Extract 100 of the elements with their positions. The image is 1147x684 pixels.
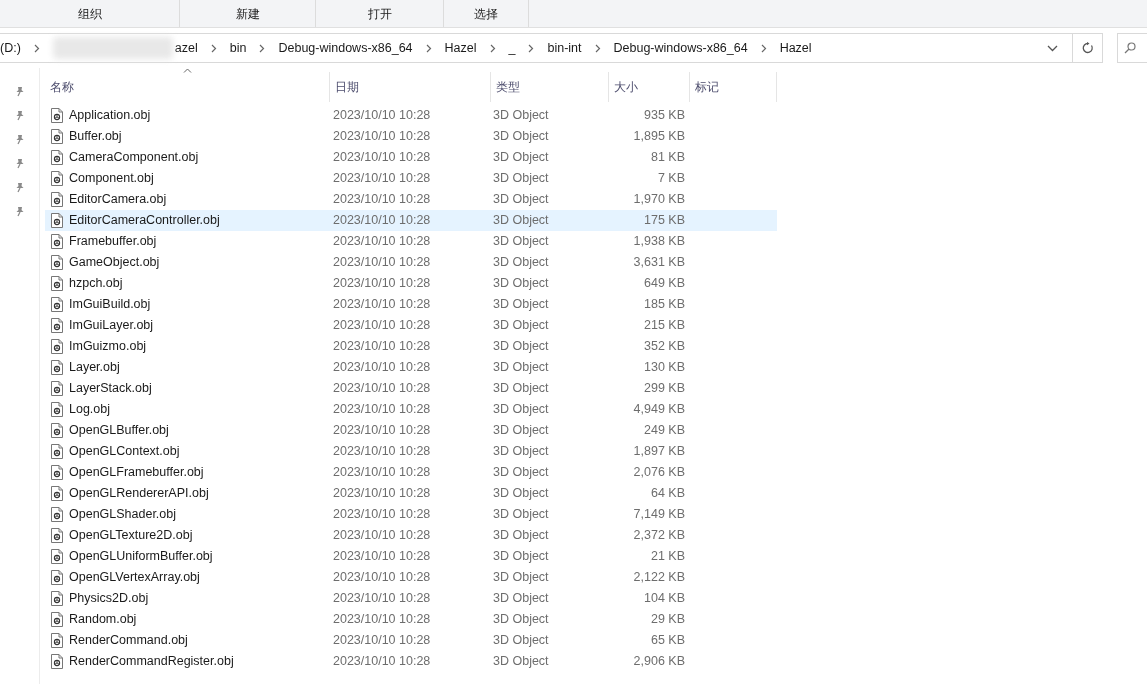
type-cell-text: 3D Object xyxy=(493,527,550,545)
breadcrumb-item[interactable]: _ xyxy=(508,38,516,58)
file-row[interactable]: OpenGLBuffer.obj 2023/10/10 10:28 3D Object 249 KB xyxy=(45,420,777,441)
file-row[interactable]: RenderCommandRegister.obj 2023/10/10 10:28 3D Object 2,906 KB xyxy=(45,651,777,672)
file-row[interactable]: Component.obj 2023/10/10 10:28 3D Object 7 KB xyxy=(45,168,777,189)
file-row[interactable]: OpenGLTexture2D.obj 2023/10/10 10:28 3D Object 2,372 KB xyxy=(45,525,777,546)
date-cell-text: 2023/10/10 10:28 xyxy=(333,590,432,608)
type-cell-text: 3D Object xyxy=(493,338,550,356)
size-cell-text: 130 KB xyxy=(643,359,685,377)
file-row[interactable]: OpenGLVertexArray.obj 2023/10/10 10:28 3D Object 2,122 KB xyxy=(45,567,777,588)
file-row[interactable]: RenderCommand.obj 2023/10/10 10:28 3D Object 65 KB xyxy=(45,630,777,651)
file-name: LayerStack.obj xyxy=(69,380,152,398)
breadcrumb-item[interactable]: (D:) xyxy=(0,38,21,58)
type-cell-text: 3D Object xyxy=(493,128,550,146)
type-cell-text: 3D Object xyxy=(493,401,550,419)
file-row[interactable]: Layer.obj 2023/10/10 10:28 3D Object 130 KB xyxy=(45,357,777,378)
column-header[interactable]: 日期 xyxy=(330,72,491,102)
date-cell-text: 2023/10/10 10:28 xyxy=(333,149,432,167)
size-cell-text: 64 KB xyxy=(649,485,685,503)
breadcrumb-item[interactable]: Debug-windows-x86_64 xyxy=(278,38,413,58)
file-row[interactable]: EditorCameraController.obj 2023/10/10 10:28 3D Object 175 KB xyxy=(45,210,777,231)
file-name: OpenGLRendererAPI.obj xyxy=(69,485,209,503)
file-name: OpenGLUniformBuffer.obj xyxy=(69,548,213,566)
column-header[interactable]: 大小 xyxy=(609,72,690,102)
date-cell-text: 2023/10/10 10:28 xyxy=(333,170,432,188)
type-cell-text: 3D Object xyxy=(493,359,550,377)
breadcrumb-item[interactable]: Hazel xyxy=(779,38,812,58)
date-cell-text: 2023/10/10 10:28 xyxy=(333,191,432,209)
date-cell-text: 2023/10/10 10:28 xyxy=(333,485,432,503)
file-name: CameraComponent.obj xyxy=(69,149,199,167)
file-row[interactable]: OpenGLContext.obj 2023/10/10 10:28 3D Object 1,897 KB xyxy=(45,441,777,462)
file-name: OpenGLFramebuffer.obj xyxy=(69,464,204,482)
file-name: Layer.obj xyxy=(69,359,120,377)
size-cell-text: 29 KB xyxy=(649,611,685,629)
file-row[interactable]: Random.obj 2023/10/10 10:28 3D Object 29 KB xyxy=(45,609,777,630)
type-cell-text: 3D Object xyxy=(493,380,550,398)
file-row[interactable]: Buffer.obj 2023/10/10 10:28 3D Object 1,895 KB xyxy=(45,126,777,147)
file-row[interactable]: ImGuizmo.obj 2023/10/10 10:28 3D Object 352 KB xyxy=(45,336,777,357)
size-cell-text: 1,970 KB xyxy=(632,191,685,209)
address-bar[interactable]: (D:) azel bin Debug-windows-x86_64 Hazel _ bin-int Debug-windows-x86_64 Hazel xyxy=(0,33,1073,63)
breadcrumb-item[interactable]: bin-int xyxy=(547,38,582,58)
date-cell-text: 2023/10/10 10:28 xyxy=(333,611,432,629)
file-row[interactable]: Application.obj 2023/10/10 10:28 3D Object 935 KB xyxy=(45,105,777,126)
size-cell-text: 7 KB xyxy=(656,170,685,188)
size-cell-text: 249 KB xyxy=(643,422,685,440)
breadcrumb-item[interactable]: Hazel xyxy=(444,38,477,58)
file-row[interactable]: hzpch.obj 2023/10/10 10:28 3D Object 649 KB xyxy=(45,273,777,294)
size-cell-text: 1,938 KB xyxy=(632,233,685,251)
file-row[interactable]: OpenGLRendererAPI.obj 2023/10/10 10:28 3D Object 64 KB xyxy=(45,483,777,504)
date-cell-text: 2023/10/10 10:28 xyxy=(333,548,432,566)
column-header[interactable]: 名称 xyxy=(45,72,330,102)
size-cell-text: 175 KB xyxy=(643,212,685,230)
toolbar-button[interactable]: 新建 xyxy=(180,0,316,27)
breadcrumb-item[interactable]: Debug-windows-x86_64 xyxy=(613,38,748,58)
toolbar-button[interactable]: 组织 xyxy=(0,0,180,27)
file-name: OpenGLShader.obj xyxy=(69,506,177,524)
date-cell-text: 2023/10/10 10:28 xyxy=(333,296,432,314)
date-cell-text: 2023/10/10 10:28 xyxy=(333,338,432,356)
file-name: ImGuizmo.obj xyxy=(69,338,147,356)
file-row[interactable]: LayerStack.obj 2023/10/10 10:28 3D Object 299 KB xyxy=(45,378,777,399)
column-header[interactable]: 类型 xyxy=(491,72,609,102)
toolbar-button[interactable]: 选择 xyxy=(444,0,529,27)
size-cell-text: 352 KB xyxy=(643,338,685,356)
file-name: EditorCameraController.obj xyxy=(69,212,220,230)
size-cell-text: 2,906 KB xyxy=(632,653,685,671)
breadcrumb-item[interactable]: azel xyxy=(174,38,198,58)
size-cell-text: 65 KB xyxy=(649,632,685,650)
date-cell-text: 2023/10/10 10:28 xyxy=(333,275,432,293)
file-row[interactable]: Physics2D.obj 2023/10/10 10:28 3D Object 104 KB xyxy=(45,588,777,609)
type-cell-text: 3D Object xyxy=(493,233,550,251)
file-row[interactable]: EditorCamera.obj 2023/10/10 10:28 3D Object 1,970 KB xyxy=(45,189,777,210)
file-row[interactable]: ImGuiBuild.obj 2023/10/10 10:28 3D Object 185 KB xyxy=(45,294,777,315)
type-cell-text: 3D Object xyxy=(493,212,550,230)
size-cell-text: 649 KB xyxy=(643,275,685,293)
file-name: OpenGLTexture2D.obj xyxy=(69,527,193,545)
file-name: GameObject.obj xyxy=(69,254,160,272)
file-row[interactable]: ImGuiLayer.obj 2023/10/10 10:28 3D Object 215 KB xyxy=(45,315,777,336)
file-row[interactable]: OpenGLShader.obj 2023/10/10 10:28 3D Object 7,149 KB xyxy=(45,504,777,525)
column-header[interactable]: 标记 xyxy=(690,72,777,102)
file-row[interactable]: OpenGLFramebuffer.obj 2023/10/10 10:28 3D Object 2,076 KB xyxy=(45,462,777,483)
date-cell-text: 2023/10/10 10:28 xyxy=(333,632,432,650)
file-row[interactable]: Framebuffer.obj 2023/10/10 10:28 3D Object 1,938 KB xyxy=(45,231,777,252)
file-row[interactable]: OpenGLUniformBuffer.obj 2023/10/10 10:28 3D Object 21 KB xyxy=(45,546,777,567)
type-cell-text: 3D Object xyxy=(493,107,550,125)
file-row[interactable]: GameObject.obj 2023/10/10 10:28 3D Object 3,631 KB xyxy=(45,252,777,273)
file-name: EditorCamera.obj xyxy=(69,191,167,209)
file-name: Buffer.obj xyxy=(69,128,122,146)
type-cell-text: 3D Object xyxy=(493,191,550,209)
file-name: OpenGLBuffer.obj xyxy=(69,422,169,440)
type-cell-text: 3D Object xyxy=(493,653,550,671)
date-cell-text: 2023/10/10 10:28 xyxy=(333,107,432,125)
date-cell-text: 2023/10/10 10:28 xyxy=(333,527,432,545)
size-cell-text: 299 KB xyxy=(643,380,685,398)
date-cell-text: 2023/10/10 10:28 xyxy=(333,233,432,251)
breadcrumb-item[interactable]: bin xyxy=(229,38,247,58)
toolbar-button[interactable]: 打开 xyxy=(316,0,444,27)
file-row[interactable]: CameraComponent.obj 2023/10/10 10:28 3D Object 81 KB xyxy=(45,147,777,168)
type-cell-text: 3D Object xyxy=(493,569,550,587)
file-row[interactable]: Log.obj 2023/10/10 10:28 3D Object 4,949 KB xyxy=(45,399,777,420)
file-name: Physics2D.obj xyxy=(69,590,149,608)
